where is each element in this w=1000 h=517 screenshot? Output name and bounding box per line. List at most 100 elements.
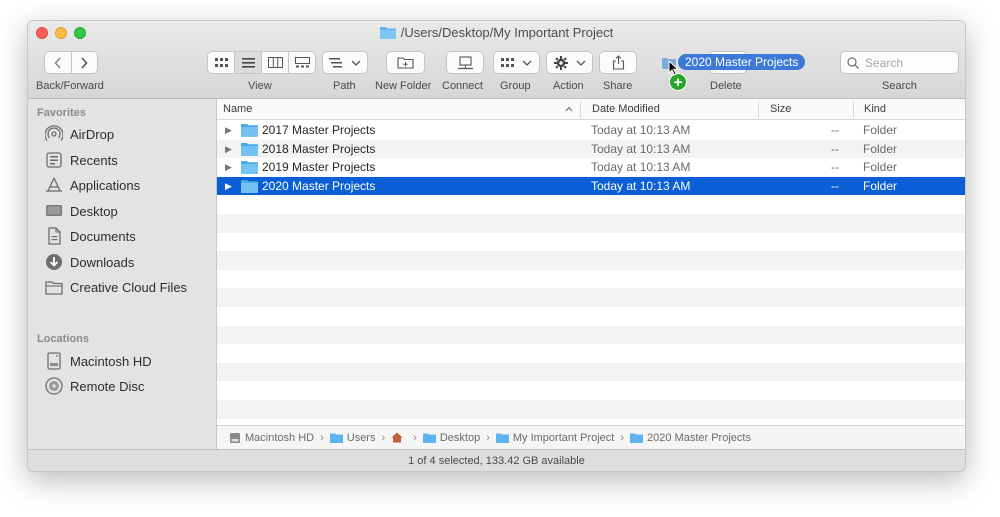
chevron-down-icon xyxy=(351,60,361,66)
disclosure-triangle-icon[interactable]: ▶ xyxy=(225,125,232,136)
path-item-desktop[interactable]: Desktop xyxy=(422,432,480,444)
search-input[interactable]: Search xyxy=(840,51,959,74)
sidebar-item-recents[interactable]: Recents xyxy=(45,149,118,171)
column-kind[interactable]: Kind xyxy=(864,103,886,115)
path-item-label: Macintosh HD xyxy=(245,431,315,444)
gallery-icon xyxy=(294,57,310,68)
group-button[interactable] xyxy=(493,51,540,74)
connect-button[interactable] xyxy=(446,51,484,74)
sidebar-item-desktop[interactable]: Desktop xyxy=(45,200,118,222)
search-icon xyxy=(847,56,859,69)
path-bar: Macintosh HD › Users › › Desktop › My Im… xyxy=(217,425,965,449)
applications-icon xyxy=(46,177,62,192)
list-view-button[interactable] xyxy=(235,52,262,73)
file-name: 2018 Master Projects xyxy=(262,141,376,156)
sidebar-item-applications[interactable]: Applications xyxy=(45,174,140,196)
group-label: Group xyxy=(500,80,531,92)
sidebar-item-documents[interactable]: Documents xyxy=(45,225,136,247)
favorites-heading: Favorites xyxy=(37,107,86,119)
hard-drive-icon xyxy=(230,432,240,443)
empty-row xyxy=(217,195,965,214)
column-divider[interactable] xyxy=(853,101,854,118)
folder-icon xyxy=(422,433,436,443)
path-button[interactable] xyxy=(322,51,368,74)
connect-icon xyxy=(457,55,473,69)
path-item-macintosh-hd[interactable]: Macintosh HD xyxy=(229,432,314,444)
hard-drive-icon xyxy=(47,352,61,370)
table-row[interactable]: ▶ 2018 Master Projects Today at 10:13 AM… xyxy=(217,139,965,159)
back-button[interactable] xyxy=(45,52,72,73)
path-label: Path xyxy=(333,80,356,92)
file-size: -- xyxy=(831,141,839,156)
new-folder-label: New Folder xyxy=(375,80,432,92)
window-title-text: /Users/Desktop/My Important Project xyxy=(400,25,614,40)
column-divider[interactable] xyxy=(758,101,759,118)
desktop-icon xyxy=(46,205,62,216)
action-button[interactable] xyxy=(546,51,593,74)
column-size[interactable]: Size xyxy=(770,103,791,115)
disclosure-triangle-icon[interactable]: ▶ xyxy=(225,162,232,173)
path-item-my-important-project[interactable]: My Important Project xyxy=(495,432,614,444)
path-item-home[interactable] xyxy=(391,432,407,443)
home-icon xyxy=(391,432,403,443)
file-size: -- xyxy=(831,160,839,175)
search-label: Search xyxy=(882,80,917,92)
sidebar-item-macintosh-hd[interactable]: Macintosh HD xyxy=(45,350,152,372)
disclosure-triangle-icon[interactable]: ▶ xyxy=(225,144,232,155)
sidebar-item-label: Downloads xyxy=(70,254,135,270)
folder-icon xyxy=(630,433,644,443)
column-name[interactable]: Name xyxy=(223,103,252,115)
empty-row xyxy=(217,307,965,326)
folder-icon xyxy=(241,179,258,193)
chevron-right-icon xyxy=(81,56,88,69)
table-row[interactable]: ▶ 2019 Master Projects Today at 10:13 AM… xyxy=(217,158,965,177)
folder-icon xyxy=(45,281,63,295)
folder-icon xyxy=(241,161,258,175)
disclosure-triangle-icon[interactable]: ▶ xyxy=(225,181,232,192)
share-button[interactable] xyxy=(599,51,637,74)
users-folder-icon xyxy=(329,433,343,443)
sidebar-item-label: Macintosh HD xyxy=(70,353,152,369)
path-item-2020-master-projects[interactable]: 2020 Master Projects xyxy=(630,432,751,444)
sidebar-item-label: Recents xyxy=(70,152,118,168)
sidebar-item-creative-cloud-files[interactable]: Creative Cloud Files xyxy=(45,276,187,298)
grid-icon xyxy=(214,58,228,67)
empty-row xyxy=(217,399,965,419)
view-control xyxy=(207,51,316,74)
new-folder-button[interactable] xyxy=(386,51,425,74)
share-icon xyxy=(612,55,624,70)
file-list: Name Date Modified Size Kind ▶ 2017 Mast… xyxy=(217,99,965,425)
sidebar-item-downloads[interactable]: Downloads xyxy=(45,251,134,273)
status-bar: 1 of 4 selected, 133.42 GB available xyxy=(28,449,965,471)
path-item-users[interactable]: Users xyxy=(329,431,376,444)
folder-icon xyxy=(379,27,396,39)
file-name: 2020 Master Projects xyxy=(262,178,376,193)
chevron-down-icon xyxy=(522,60,532,66)
forward-button[interactable] xyxy=(72,52,98,73)
table-row[interactable]: ▶ 2017 Master Projects Today at 10:13 AM… xyxy=(217,121,965,140)
chevron-down-icon xyxy=(576,60,585,66)
column-view-button[interactable] xyxy=(262,52,289,73)
sidebar-item-airdrop[interactable]: AirDrop xyxy=(45,123,114,145)
sidebar-item-label: Documents xyxy=(70,228,136,244)
file-name: 2017 Master Projects xyxy=(262,123,376,137)
delete-label: Delete xyxy=(710,80,742,92)
path-separator-icon: › xyxy=(413,431,417,444)
icon-view-button[interactable] xyxy=(208,52,235,73)
empty-row xyxy=(217,233,965,252)
chevron-left-icon xyxy=(54,56,61,69)
table-row-selected[interactable]: ▶ 2020 Master Projects Today at 10:13 AM… xyxy=(217,176,965,196)
drag-label: 2020 Master Projects xyxy=(678,54,806,70)
empty-row xyxy=(217,270,965,289)
file-rows: ▶ 2017 Master Projects Today at 10:13 AM… xyxy=(217,121,965,437)
new-folder-icon xyxy=(397,57,414,69)
gallery-view-button[interactable] xyxy=(289,52,315,73)
sidebar-item-remote-disc[interactable]: Remote Disc xyxy=(45,375,144,397)
file-kind: Folder xyxy=(863,178,898,193)
column-divider[interactable] xyxy=(580,101,581,118)
folder-icon xyxy=(241,142,258,156)
empty-row xyxy=(217,381,965,400)
column-date-modified[interactable]: Date Modified xyxy=(592,103,660,115)
path-item-label: Users xyxy=(346,431,376,444)
search-placeholder: Search xyxy=(865,55,904,70)
